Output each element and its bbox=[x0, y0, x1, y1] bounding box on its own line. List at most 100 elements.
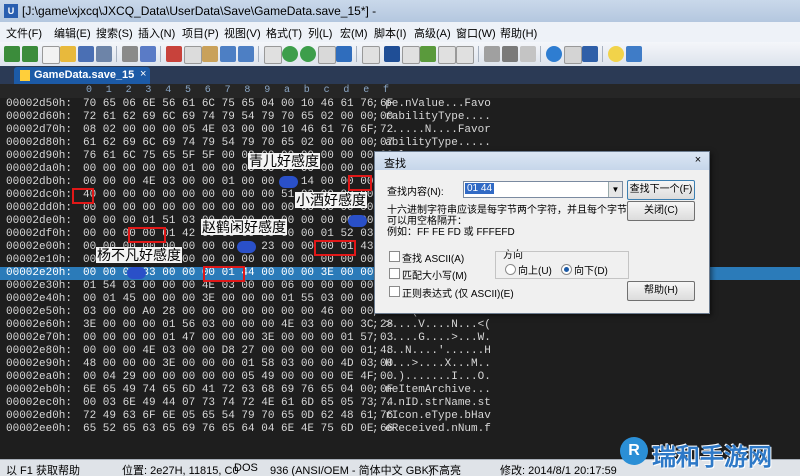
tab-close-icon[interactable]: × bbox=[140, 68, 146, 80]
table-row[interactable]: 00002d70h: 08 02 00 00 00 05 4E 03 00 00 … bbox=[0, 124, 800, 137]
table-row[interactable]: 00002d50h: 70 65 06 6E 56 61 6C 75 65 04 … bbox=[0, 98, 800, 111]
menu-script[interactable]: 脚本(I) bbox=[374, 25, 406, 41]
find-dialog: 查找 × 查找内容(N): 01 44 ▼ 十六进制字符串应该是每字节两个字符，… bbox=[374, 151, 710, 314]
chevron-down-icon[interactable]: ▼ bbox=[608, 182, 622, 197]
row-ascii: ; rIcon.eType.bHav bbox=[372, 410, 491, 422]
row-address: 00002ed0h: bbox=[6, 410, 73, 422]
menu-macro[interactable]: 宏(M) bbox=[340, 25, 368, 41]
back-icon[interactable] bbox=[4, 46, 20, 62]
ftp-icon[interactable] bbox=[564, 46, 582, 64]
value-box bbox=[314, 240, 356, 256]
find-next-icon[interactable] bbox=[282, 46, 298, 62]
menu-view[interactable]: 视图(V) bbox=[224, 25, 261, 41]
row-address: 00002db0h: bbox=[6, 176, 73, 188]
forward-icon[interactable] bbox=[22, 46, 38, 62]
hex-mode-icon[interactable] bbox=[384, 46, 400, 62]
row-address: 00002d90h: bbox=[6, 150, 73, 162]
save-icon[interactable] bbox=[78, 46, 94, 62]
open-folder-icon[interactable] bbox=[60, 46, 76, 62]
table-row[interactable]: 00002e60h: 3E 00 00 00 01 56 03 00 00 00 … bbox=[0, 319, 800, 332]
monitor-icon[interactable] bbox=[582, 46, 598, 62]
menu-search[interactable]: 搜索(S) bbox=[96, 25, 133, 41]
table-row[interactable]: 00002ec0h: 00 03 6E 49 44 07 73 74 72 4E … bbox=[0, 397, 800, 410]
row-address: 00002e20h: bbox=[6, 267, 73, 279]
row-address: 00002e00h: bbox=[6, 241, 73, 253]
match-case-label: 匹配大小写(M) bbox=[402, 271, 467, 282]
ruler-column-5: 5 bbox=[185, 85, 192, 96]
show-spaces-icon[interactable] bbox=[438, 46, 456, 64]
menu-project[interactable]: 项目(P) bbox=[182, 25, 219, 41]
menu-edit[interactable]: 编辑(E) bbox=[54, 25, 91, 41]
settings-icon[interactable] bbox=[520, 46, 536, 62]
find-prev-icon[interactable] bbox=[300, 46, 316, 62]
toolbar-separator bbox=[602, 46, 603, 62]
ruler-column-7: 7 bbox=[224, 85, 231, 96]
ruler-column-e: e bbox=[363, 85, 370, 96]
undo-icon[interactable] bbox=[220, 46, 236, 62]
new-file-icon[interactable] bbox=[42, 46, 60, 64]
find-icon[interactable] bbox=[264, 46, 282, 64]
column-mode-icon[interactable] bbox=[402, 46, 420, 64]
row-ascii: ; eReceived.nNum.f bbox=[372, 423, 491, 435]
find-next-button[interactable]: 查找下一个(F) bbox=[627, 180, 695, 200]
help-button[interactable]: 帮助(H) bbox=[627, 281, 695, 301]
title-bar: U [J:\game\xjxcq\JXCQ_Data\UserData\Save… bbox=[0, 0, 800, 22]
row-ascii: ; pe.nValue...Favo bbox=[372, 98, 491, 110]
word-wrap-icon[interactable] bbox=[420, 46, 436, 62]
find-what-input[interactable]: 01 44 ▼ bbox=[463, 181, 623, 198]
print-preview-icon[interactable] bbox=[140, 46, 156, 62]
find-what-value[interactable]: 01 44 bbox=[465, 183, 495, 194]
tips-icon[interactable] bbox=[608, 46, 624, 62]
close-button[interactable]: 关闭(C) bbox=[627, 201, 695, 221]
menu-window[interactable]: 窗口(W) bbox=[456, 25, 496, 41]
toolbar-separator bbox=[116, 46, 117, 62]
direction-down-radio[interactable] bbox=[561, 264, 572, 275]
table-row[interactable]: 00002e70h: 00 00 00 00 01 47 00 00 00 3E … bbox=[0, 332, 800, 345]
menu-advanced[interactable]: 高级(A) bbox=[414, 25, 451, 41]
row-hex-bytes: 70 65 06 6E 56 61 6C 75 65 04 00 10 46 6… bbox=[83, 98, 394, 110]
tab-gamedata-save[interactable]: GameData.save_15 × bbox=[14, 67, 150, 84]
find-in-files-icon[interactable] bbox=[336, 46, 352, 62]
tools-icon[interactable] bbox=[502, 46, 518, 62]
ruler-column-b: b bbox=[303, 85, 310, 96]
close-icon[interactable]: × bbox=[691, 154, 705, 167]
direction-up-radio[interactable] bbox=[505, 264, 516, 275]
browser-icon[interactable] bbox=[546, 46, 562, 62]
regex-checkbox[interactable] bbox=[389, 286, 400, 297]
table-row[interactable]: 00002d80h: 61 62 69 6C 69 74 79 54 79 70 … bbox=[0, 137, 800, 150]
print-icon[interactable] bbox=[122, 46, 138, 62]
menu-insert[interactable]: 插入(N) bbox=[138, 25, 175, 41]
row-ascii: ; ...N....'......H bbox=[372, 345, 491, 357]
help-icon[interactable] bbox=[626, 46, 642, 62]
row-ascii: ; ..).......I...O. bbox=[372, 371, 491, 383]
table-row[interactable]: 00002e90h: 48 00 00 00 3E 00 00 00 01 58 … bbox=[0, 358, 800, 371]
ruler-column-0: 0 bbox=[86, 85, 93, 96]
goto-line-icon[interactable] bbox=[362, 46, 380, 64]
ruler-column-2: 2 bbox=[125, 85, 132, 96]
menu-help[interactable]: 帮助(H) bbox=[500, 25, 537, 41]
value-box bbox=[203, 266, 245, 282]
menu-format[interactable]: 格式(T) bbox=[266, 25, 302, 41]
table-row[interactable]: 00002ed0h: 72 49 63 6F 6E 05 65 54 79 70 … bbox=[0, 410, 800, 423]
toolbar-separator bbox=[160, 46, 161, 62]
cut-icon[interactable] bbox=[166, 46, 182, 62]
row-hex-bytes: 72 61 62 69 6C 69 74 79 54 79 70 65 02 0… bbox=[83, 111, 394, 123]
menu-file[interactable]: 文件(F) bbox=[6, 25, 42, 41]
table-row[interactable]: 00002d60h: 72 61 62 69 6C 69 74 79 54 79 … bbox=[0, 111, 800, 124]
redo-icon[interactable] bbox=[238, 46, 254, 62]
hint-line-3: 例如：FF FE FD 或 FFFEFD bbox=[387, 227, 515, 238]
find-ascii-checkbox[interactable] bbox=[389, 251, 400, 262]
row-address: 00002ee0h: bbox=[6, 423, 73, 435]
paste-icon[interactable] bbox=[202, 46, 218, 62]
match-case-checkbox[interactable] bbox=[389, 268, 400, 279]
compare-icon[interactable] bbox=[484, 46, 500, 62]
copy-icon[interactable] bbox=[184, 46, 202, 64]
table-row[interactable]: 00002eb0h: 6E 65 49 74 65 6D 41 72 63 68 … bbox=[0, 384, 800, 397]
annotation-xiaojiu-affection: 小酒好感度 bbox=[295, 192, 367, 208]
table-row[interactable]: 00002ea0h: 00 04 29 00 00 00 00 00 05 49 … bbox=[0, 371, 800, 384]
ruler-icon[interactable] bbox=[456, 46, 474, 64]
menu-column[interactable]: 列(L) bbox=[308, 25, 332, 41]
replace-icon[interactable] bbox=[318, 46, 336, 64]
save-all-icon[interactable] bbox=[96, 46, 112, 62]
table-row[interactable]: 00002e80h: 00 00 00 4E 03 00 00 D8 27 00 … bbox=[0, 345, 800, 358]
